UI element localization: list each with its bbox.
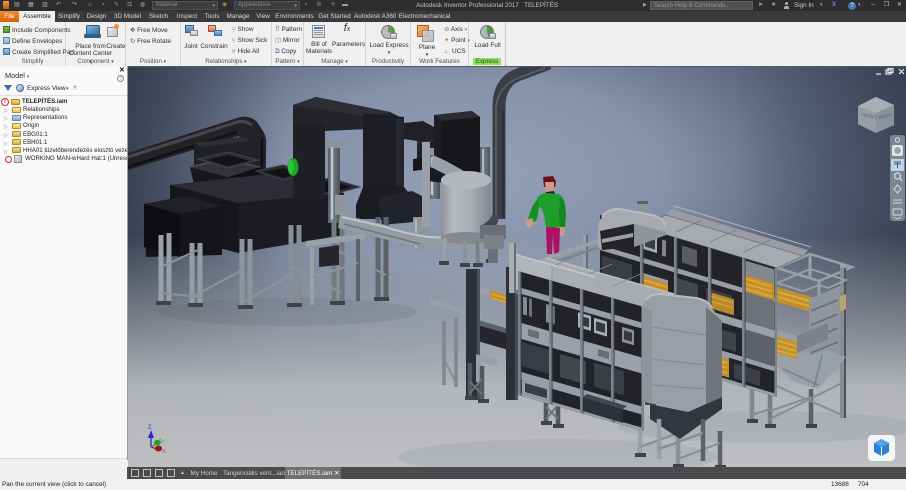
svg-text:Y: Y bbox=[161, 440, 165, 446]
svg-text:X: X bbox=[162, 449, 166, 455]
svg-text:Z: Z bbox=[148, 425, 152, 431]
